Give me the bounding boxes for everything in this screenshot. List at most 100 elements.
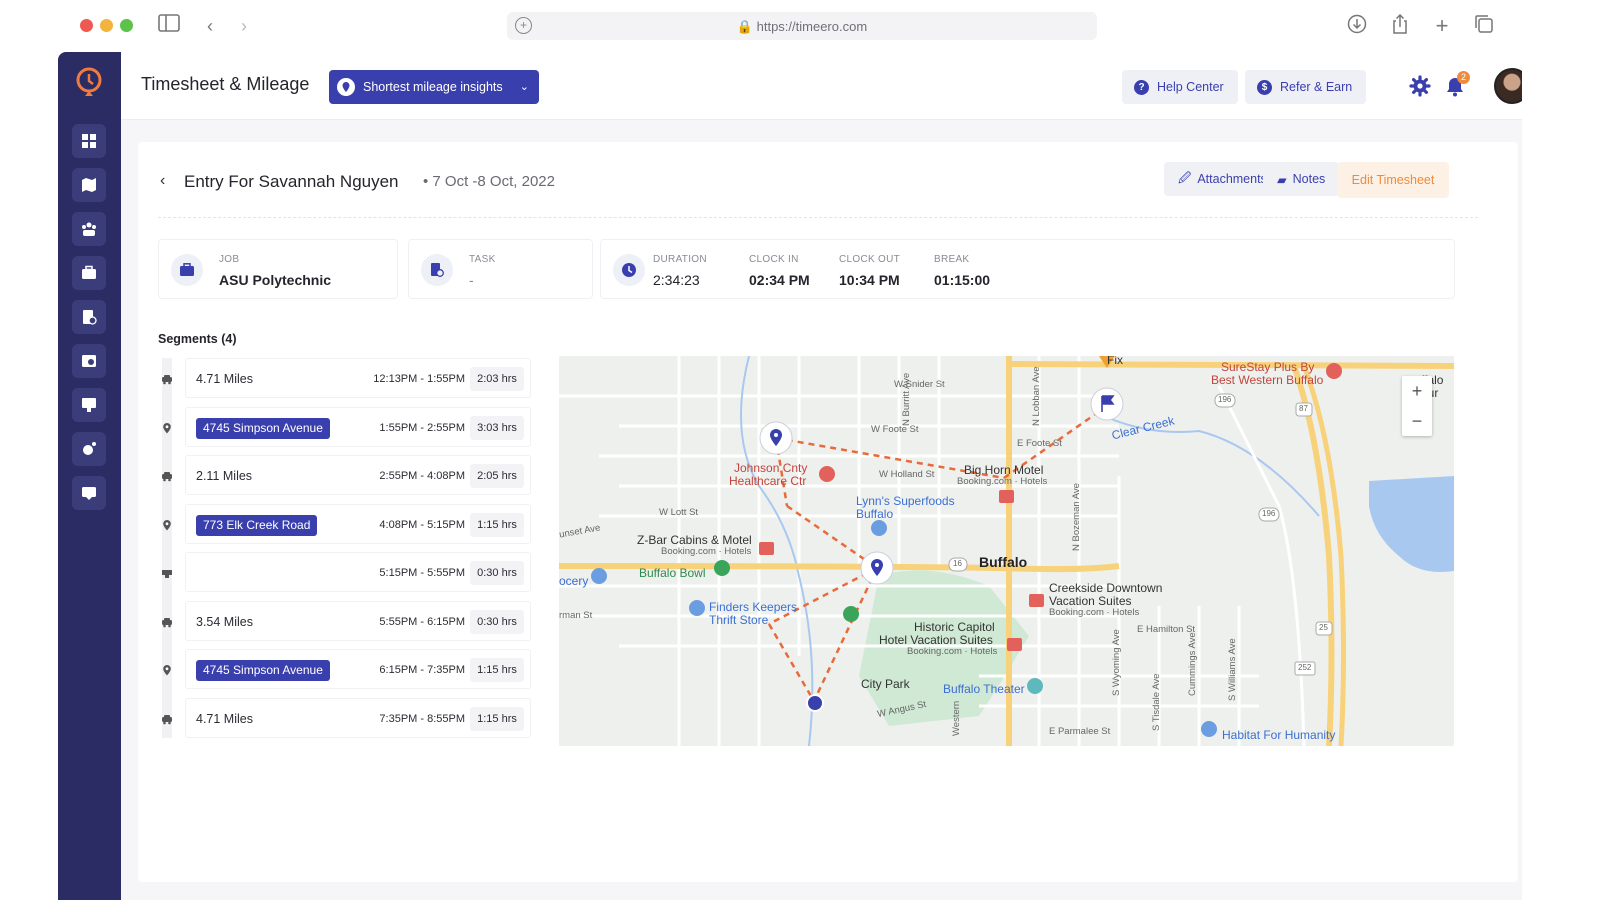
sidebar-item-reports[interactable] <box>72 388 106 422</box>
clock-icon <box>613 254 645 286</box>
sidebar-item-team[interactable] <box>72 212 106 246</box>
sidebar-toggle-icon[interactable] <box>157 14 181 38</box>
tabs-overview-icon[interactable] <box>1472 14 1496 38</box>
timeero-logo <box>76 67 102 96</box>
segment-row[interactable]: 4745 Simpson Avenue 1:55PM - 2:55PM 3:03 h… <box>185 406 531 447</box>
segment-time-range: 1:55PM - 2:55PM <box>379 421 465 434</box>
user-avatar[interactable] <box>1494 68 1522 104</box>
back-nav-icon[interactable]: ‹ <box>198 14 222 38</box>
segment-location-pill[interactable]: 773 Elk Creek Road <box>196 514 318 536</box>
segment-row[interactable]: 4.71 Miles 12:13PM - 1:55PM 2:03 hrs <box>185 358 531 398</box>
time-info: DURATION 2:34:23 CLOCK IN 02:34 PM CLOCK… <box>600 239 1455 299</box>
map-label-fix: Fix <box>1107 356 1123 367</box>
map-label-man: rman St <box>559 610 593 621</box>
task-icon <box>421 254 453 286</box>
segment-type-icon <box>161 372 173 385</box>
segment-type-icon <box>161 712 173 724</box>
segment-time-range: 12:13PM - 1:55PM <box>373 373 465 385</box>
segment-location-pill[interactable]: 4745 Simpson Avenue <box>196 660 330 681</box>
help-label: Help Center <box>1157 80 1224 94</box>
segment-row[interactable]: 773 Elk Creek Road 4:08PM - 5:15PM 1:15 hr… <box>185 503 531 544</box>
minimize-window-button[interactable] <box>100 19 113 32</box>
route-start-dot[interactable] <box>806 694 824 712</box>
route-map[interactable]: Fix SureStay Plus By Best Western Buffal… <box>559 356 1454 746</box>
map-route-252: 252 <box>1298 663 1312 672</box>
map-label-historic-2: Hotel Vacation Suites <box>879 633 993 647</box>
notes-label: Notes <box>1292 172 1326 186</box>
job-label: JOB <box>219 254 240 265</box>
back-arrow-icon[interactable]: ‹ <box>160 172 165 190</box>
paperclip-icon: 🖉 <box>1178 170 1192 185</box>
map-label-burritt: N Burritt Ave <box>901 372 912 426</box>
map-label-finders-2: Thrift Store <box>709 613 769 627</box>
map-label-lynns: Lynn's Superfoods <box>856 494 955 508</box>
edit-timesheet-button[interactable]: Edit Timesheet <box>1337 162 1449 198</box>
share-icon[interactable] <box>1388 13 1412 38</box>
segment-time-range: 7:35PM - 8:55PM <box>379 712 465 725</box>
address-bar[interactable]: + 🔒 https://timeero.com <box>507 12 1097 40</box>
map-route-196: 196 <box>1218 395 1232 404</box>
location-pin-icon <box>163 422 171 433</box>
segment-duration: 2:03 hrs <box>470 367 524 391</box>
sidebar-item-dashboard[interactable] <box>72 124 106 158</box>
notes-button[interactable]: ▰ Notes <box>1263 162 1340 196</box>
sidebar-item-integrations[interactable] <box>72 432 106 466</box>
new-tab-icon[interactable]: + <box>1430 14 1454 38</box>
maximize-window-button[interactable] <box>120 19 133 32</box>
segment-row[interactable]: 4.71 Miles 7:35PM - 8:55PM 1:15 hrs <box>185 697 531 738</box>
segment-row[interactable]: 2.11 Miles 2:55PM - 4:08PM 2:05 hrs <box>185 455 531 495</box>
segment-row[interactable]: 5:15PM - 5:55PM 0:30 hrs <box>185 552 531 592</box>
forward-nav-icon[interactable]: › <box>232 14 256 38</box>
zoom-out-button[interactable]: − <box>1402 406 1432 436</box>
top-bar: Timesheet & Mileage Shortest mileage ins… <box>121 52 1522 120</box>
help-center-button[interactable]: ? Help Center <box>1122 70 1238 104</box>
map-label-bighorn-2: Booking.com · Hotels <box>957 476 1048 487</box>
map-label-historic: Historic Capitol <box>914 620 995 634</box>
mileage-insights-dropdown[interactable]: Shortest mileage insights ⌄ <box>329 70 539 104</box>
map-label-cummings: Cummings Ave <box>1187 632 1198 696</box>
browser-chrome: ‹ › + 🔒 https://timeero.com + <box>0 0 1600 52</box>
segment-row[interactable]: 4745 Simpson Avenue 6:15PM - 7:35PM 1:15 h… <box>185 649 531 689</box>
settings-gear-icon[interactable] <box>1409 75 1431 97</box>
break-icon <box>162 570 172 578</box>
segment-row[interactable]: 3.54 Miles 5:55PM - 6:15PM 0:30 hrs <box>185 600 531 641</box>
sidebar-item-jobs[interactable] <box>72 256 106 290</box>
segment-location-pill[interactable]: 4745 Simpson Avenue <box>196 417 330 439</box>
map-label-creekside-2: Vacation Suites <box>1049 594 1132 608</box>
insights-pin-icon <box>337 78 355 96</box>
clockin-label: CLOCK IN <box>749 254 799 265</box>
notes-icon: ▰ <box>1277 172 1287 187</box>
clockin-value: 02:34 PM <box>749 272 810 288</box>
sidebar-item-schedule[interactable] <box>72 344 106 378</box>
car-icon <box>162 714 172 724</box>
sidebar-item-messages[interactable] <box>72 476 106 510</box>
segments-timeline <box>162 358 172 738</box>
route-stop-pin[interactable] <box>759 421 793 455</box>
map-label-efoote: E Foote St <box>1017 438 1062 449</box>
refer-earn-button[interactable]: $ Refer & Earn <box>1245 70 1367 104</box>
map-label-johnson: Johnson Cnty <box>734 461 808 475</box>
map-label-habitat: Habitat For Humanity <box>1222 728 1336 742</box>
route-stop-pin[interactable] <box>860 551 894 585</box>
map-label-lott: W Lott St <box>659 507 699 518</box>
insights-label: Shortest mileage insights <box>363 80 503 94</box>
sidebar-item-map[interactable] <box>72 168 106 202</box>
job-value: ASU Polytechnic <box>219 272 332 288</box>
segment-duration: 1:15 hrs <box>470 658 524 682</box>
sidebar-item-timesheets[interactable] <box>72 300 106 334</box>
map-route-16: 16 <box>953 559 962 568</box>
segment-duration: 0:30 hrs <box>470 561 524 585</box>
download-icon[interactable] <box>1345 14 1369 38</box>
zoom-in-button[interactable]: + <box>1402 376 1432 406</box>
header-divider <box>158 217 1478 218</box>
segment-type-icon <box>161 566 173 578</box>
duration-value: 2:34:23 <box>653 272 700 288</box>
map-route-196b: 196 <box>1262 509 1276 518</box>
map-label-grocery: ocery <box>559 574 589 588</box>
segment-time-range: 2:55PM - 4:08PM <box>379 470 465 482</box>
segment-label: 2.11 Miles <box>196 469 253 483</box>
task-value: - <box>469 272 474 288</box>
route-end-flag[interactable] <box>1090 387 1124 421</box>
close-window-button[interactable] <box>80 19 93 32</box>
team-icon <box>82 222 96 236</box>
